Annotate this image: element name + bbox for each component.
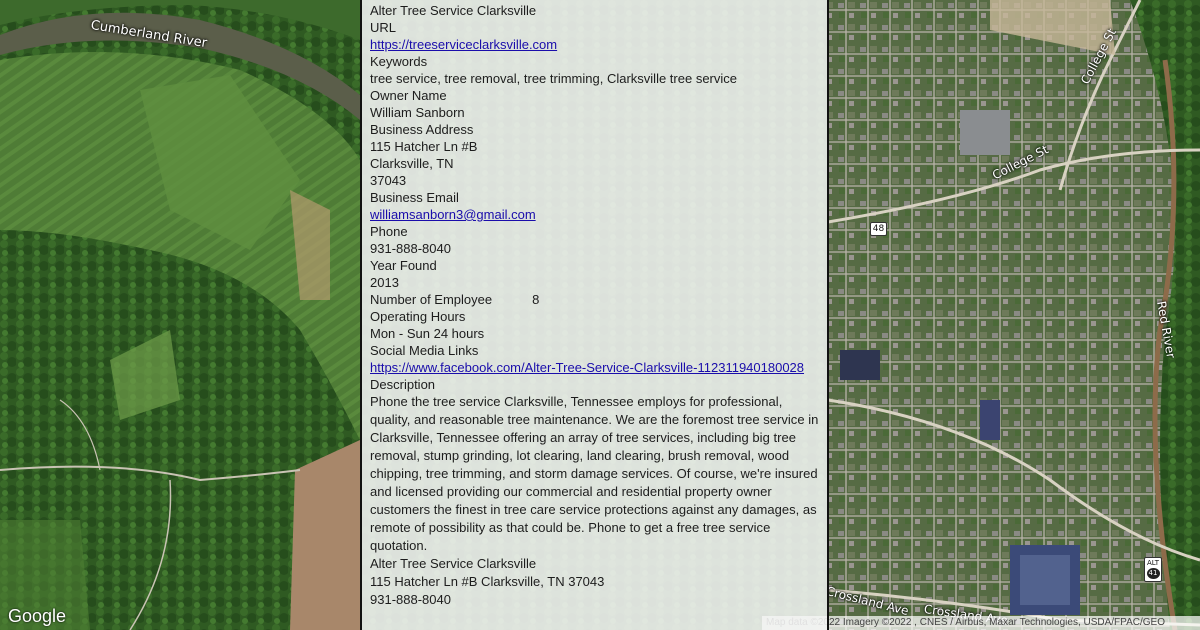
email-label: Business Email [370, 190, 459, 205]
phone-label: Phone [370, 224, 408, 239]
business-name: Alter Tree Service Clarksville [370, 3, 537, 18]
address-line2: Clarksville, TN [370, 156, 454, 171]
keywords-value: tree service, tree removal, tree trimmin… [370, 71, 737, 86]
owner-value: William Sanborn [370, 105, 465, 120]
business-info-panel: Alter Tree Service Clarksville URL https… [360, 0, 829, 630]
route-number: 41 [1146, 568, 1160, 579]
panel-content: Alter Tree Service Clarksville URL https… [370, 2, 819, 608]
phone-value: 931-888-8040 [370, 241, 451, 256]
employee-value: 8 [532, 292, 540, 307]
address-zip: 37043 [370, 173, 407, 188]
address-line1: 115 Hatcher Ln #B [370, 139, 478, 154]
description-text: Phone the tree service Clarksville, Tenn… [370, 394, 819, 553]
description-label: Description [370, 377, 436, 392]
social-label: Social Media Links [370, 343, 479, 358]
address-label: Business Address [370, 122, 474, 137]
year-label: Year Found [370, 258, 437, 273]
keywords-label: Keywords [370, 54, 428, 69]
employee-row: Number of Employee 8 [370, 291, 819, 308]
google-logo: Google [8, 606, 67, 626]
hours-label: Operating Hours [370, 309, 466, 324]
route-alt-41-shield-icon: ALT 41 [1144, 557, 1162, 582]
footer-address: 115 Hatcher Ln #B Clarksville, TN 37043 [370, 574, 605, 589]
facebook-link[interactable]: https://www.facebook.com/Alter-Tree-Serv… [370, 360, 804, 375]
url-label: URL [370, 20, 397, 35]
hours-value: Mon - Sun 24 hours [370, 326, 485, 341]
footer-business-name: Alter Tree Service Clarksville [370, 556, 537, 571]
footer-phone: 931-888-8040 [370, 592, 451, 607]
alt-label: ALT [1146, 559, 1159, 567]
owner-label: Owner Name [370, 88, 447, 103]
employee-label: Number of Employee [370, 292, 493, 307]
email-link[interactable]: williamsanborn3@gmail.com [370, 207, 536, 222]
route-48-shield-icon: 48 [870, 222, 887, 236]
url-link[interactable]: https://treeserviceclarksville.com [370, 37, 557, 52]
year-value: 2013 [370, 275, 399, 290]
